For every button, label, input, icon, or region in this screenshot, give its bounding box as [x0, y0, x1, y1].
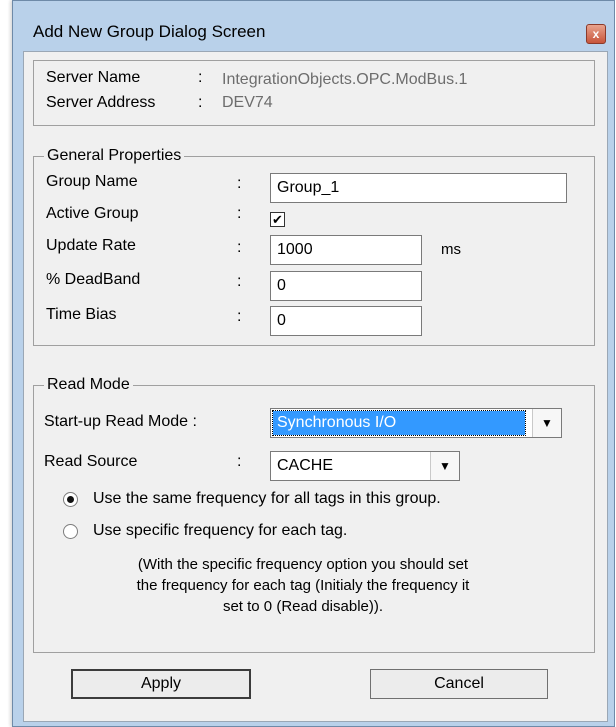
- note-line-1: (With the specific frequency option you …: [137, 556, 469, 573]
- frequency-note: (With the specific frequency option you …: [68, 554, 538, 617]
- radio-selected-dot-icon: [67, 496, 74, 503]
- chevron-down-icon[interactable]: ▼: [532, 409, 561, 437]
- read-source-select[interactable]: CACHE ▼: [270, 451, 460, 481]
- update-rate-input[interactable]: 1000: [270, 235, 422, 265]
- startup-read-mode-select[interactable]: Synchronous I/O ▼: [270, 408, 562, 438]
- update-rate-label: Update Rate: [46, 237, 136, 254]
- startup-read-mode-label: Start-up Read Mode :: [44, 413, 197, 430]
- group-name-label: Group Name: [46, 173, 138, 190]
- radio-specific-frequency[interactable]: [63, 524, 78, 539]
- note-line-2: the frequency for each tag (Initialy the…: [136, 577, 470, 594]
- radio-same-frequency[interactable]: [63, 492, 78, 507]
- cancel-button[interactable]: Cancel: [370, 669, 548, 699]
- read-mode-group: Read Mode Start-up Read Mode : Synchrono…: [33, 375, 595, 653]
- group-name-colon: :: [237, 175, 242, 192]
- dialog-window: Add New Group Dialog Screen x Server Nam…: [12, 0, 615, 727]
- update-rate-colon: :: [237, 239, 242, 256]
- title-bar[interactable]: Add New Group Dialog Screen x: [13, 1, 614, 51]
- server-address-label: Server Address: [46, 94, 156, 111]
- time-bias-input[interactable]: 0: [270, 306, 422, 336]
- startup-read-mode-value: Synchronous I/O: [272, 410, 526, 436]
- time-bias-label: Time Bias: [46, 306, 117, 323]
- server-name-colon: :: [198, 69, 203, 86]
- deadband-colon: :: [237, 273, 242, 290]
- dialog-title: Add New Group Dialog Screen: [33, 22, 266, 41]
- server-name-value: IntegrationObjects.OPC.ModBus.1: [222, 71, 468, 88]
- server-info-panel: Server Name : IntegrationObjects.OPC.Mod…: [33, 60, 595, 126]
- deadband-label: % DeadBand: [46, 271, 141, 288]
- server-address-colon: :: [198, 94, 203, 111]
- update-rate-unit: ms: [441, 241, 461, 258]
- active-group-checkbox[interactable]: ✔: [270, 212, 285, 227]
- deadband-input[interactable]: 0: [270, 271, 422, 301]
- read-source-colon: :: [237, 453, 242, 470]
- group-name-input[interactable]: Group_1: [270, 173, 567, 203]
- time-bias-colon: :: [237, 308, 242, 325]
- read-mode-legend: Read Mode: [44, 375, 133, 395]
- server-address-value: DEV74: [222, 94, 273, 111]
- close-icon: x: [592, 27, 600, 41]
- read-source-label: Read Source: [44, 453, 138, 470]
- checkmark-icon: ✔: [272, 212, 283, 227]
- active-group-colon: :: [237, 205, 242, 222]
- read-source-value: CACHE: [277, 457, 334, 474]
- radio-same-frequency-label[interactable]: Use the same frequency for all tags in t…: [93, 490, 441, 508]
- chevron-down-icon[interactable]: ▼: [430, 452, 459, 480]
- note-line-3: set to 0 (Read disable)).: [222, 598, 384, 615]
- active-group-label: Active Group: [46, 205, 139, 222]
- general-properties-group: General Properties Group Name : Group_1 …: [33, 146, 595, 346]
- dialog-client-area: Server Name : IntegrationObjects.OPC.Mod…: [23, 51, 608, 722]
- radio-specific-frequency-label[interactable]: Use specific frequency for each tag.: [93, 522, 347, 540]
- close-button[interactable]: x: [586, 24, 606, 44]
- server-name-label: Server Name: [46, 69, 141, 86]
- general-properties-legend: General Properties: [44, 146, 185, 166]
- apply-button[interactable]: Apply: [71, 669, 251, 699]
